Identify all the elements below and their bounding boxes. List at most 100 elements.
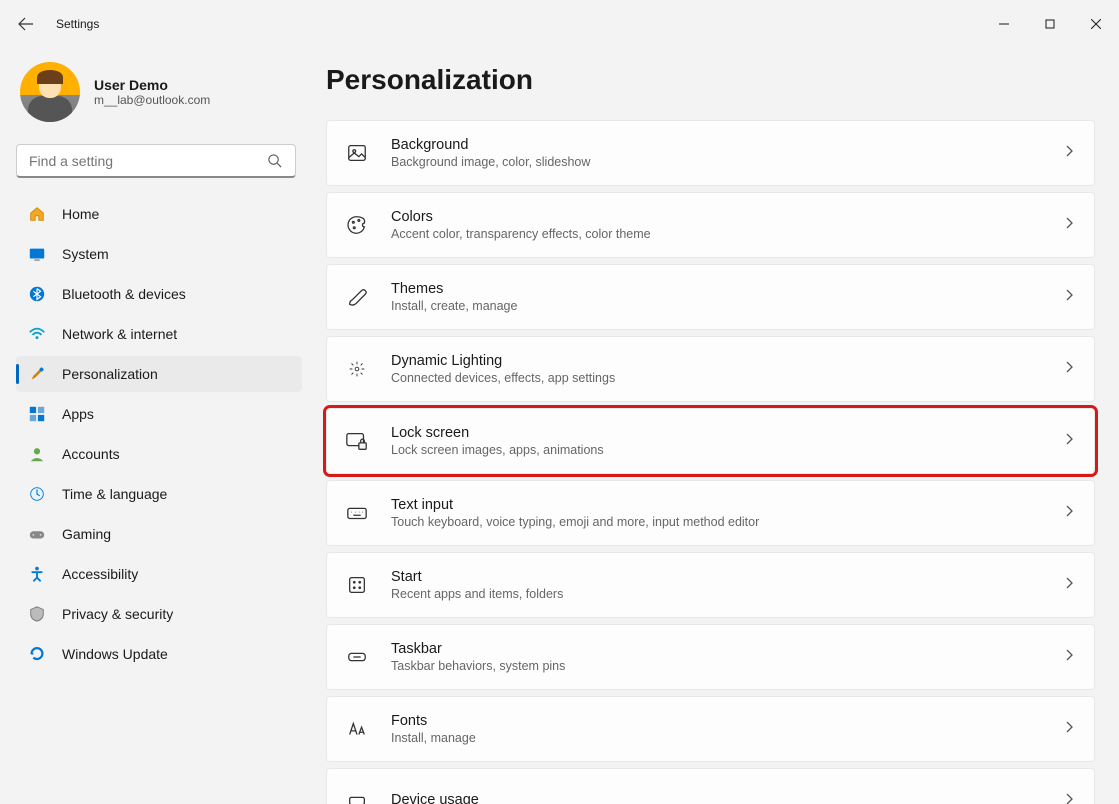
update-icon xyxy=(28,645,46,663)
sidebar-item-gaming[interactable]: Gaming xyxy=(16,516,302,552)
card-subtitle: Install, create, manage xyxy=(391,299,1062,313)
sidebar-item-label: Network & internet xyxy=(62,326,177,342)
keyboard-icon xyxy=(345,501,369,525)
card-start[interactable]: Start Recent apps and items, folders xyxy=(326,552,1095,618)
user-name: User Demo xyxy=(94,77,210,93)
sparkle-icon xyxy=(345,357,369,381)
minimize-button[interactable] xyxy=(981,8,1027,40)
sidebar-item-privacy[interactable]: Privacy & security xyxy=(16,596,302,632)
brush-icon xyxy=(345,285,369,309)
card-lock-screen[interactable]: Lock screen Lock screen images, apps, an… xyxy=(326,408,1095,474)
gamepad-icon xyxy=(28,525,46,543)
card-title: Text input xyxy=(391,497,1062,513)
chevron-right-icon xyxy=(1062,504,1076,523)
sidebar-item-label: Personalization xyxy=(62,366,158,382)
window-title: Settings xyxy=(56,17,99,31)
sidebar-item-label: Privacy & security xyxy=(62,606,173,622)
user-email: m__lab@outlook.com xyxy=(94,93,210,107)
card-title: Start xyxy=(391,569,1062,585)
card-title: Taskbar xyxy=(391,641,1062,657)
sidebar-item-apps[interactable]: Apps xyxy=(16,396,302,432)
titlebar: Settings xyxy=(0,0,1119,48)
card-colors[interactable]: Colors Accent color, transparency effect… xyxy=(326,192,1095,258)
maximize-button[interactable] xyxy=(1027,8,1073,40)
sidebar-item-system[interactable]: System xyxy=(16,236,302,272)
card-title: Device usage xyxy=(391,792,1062,804)
card-title: Colors xyxy=(391,209,1062,225)
chevron-right-icon xyxy=(1062,432,1076,451)
card-title: Fonts xyxy=(391,713,1062,729)
home-icon xyxy=(28,205,46,223)
sidebar-item-accessibility[interactable]: Accessibility xyxy=(16,556,302,592)
card-taskbar[interactable]: Taskbar Taskbar behaviors, system pins xyxy=(326,624,1095,690)
sidebar-item-label: Home xyxy=(62,206,99,222)
card-device-usage[interactable]: Device usage xyxy=(326,768,1095,804)
shield-icon xyxy=(28,605,46,623)
sidebar-item-bluetooth[interactable]: Bluetooth & devices xyxy=(16,276,302,312)
paintbrush-icon xyxy=(28,365,46,383)
avatar xyxy=(20,62,80,122)
card-subtitle: Connected devices, effects, app settings xyxy=(391,371,1062,385)
card-dynamic-lighting[interactable]: Dynamic Lighting Connected devices, effe… xyxy=(326,336,1095,402)
sidebar-item-label: Accessibility xyxy=(62,566,138,582)
apps-icon xyxy=(28,405,46,423)
card-title: Lock screen xyxy=(391,425,1062,441)
close-button[interactable] xyxy=(1073,8,1119,40)
sidebar-item-accounts[interactable]: Accounts xyxy=(16,436,302,472)
font-icon xyxy=(345,717,369,741)
clock-globe-icon xyxy=(28,485,46,503)
card-subtitle: Touch keyboard, voice typing, emoji and … xyxy=(391,515,1062,529)
palette-icon xyxy=(345,213,369,237)
sidebar-item-label: Time & language xyxy=(62,486,167,502)
chevron-right-icon xyxy=(1062,360,1076,379)
chevron-right-icon xyxy=(1062,288,1076,307)
wifi-icon xyxy=(28,325,46,343)
sidebar-item-label: Bluetooth & devices xyxy=(62,286,186,302)
user-block[interactable]: User Demo m__lab@outlook.com xyxy=(16,56,302,140)
chevron-right-icon xyxy=(1062,648,1076,667)
card-subtitle: Recent apps and items, folders xyxy=(391,587,1062,601)
card-subtitle: Install, manage xyxy=(391,731,1062,745)
chevron-right-icon xyxy=(1062,720,1076,739)
card-fonts[interactable]: Fonts Install, manage xyxy=(326,696,1095,762)
sidebar: User Demo m__lab@outlook.com Home Syst xyxy=(0,48,310,804)
card-themes[interactable]: Themes Install, create, manage xyxy=(326,264,1095,330)
card-subtitle: Accent color, transparency effects, colo… xyxy=(391,227,1062,241)
card-subtitle: Taskbar behaviors, system pins xyxy=(391,659,1062,673)
sidebar-item-label: Windows Update xyxy=(62,646,168,662)
card-title: Themes xyxy=(391,281,1062,297)
card-title: Dynamic Lighting xyxy=(391,353,1062,369)
card-text-input[interactable]: Text input Touch keyboard, voice typing,… xyxy=(326,480,1095,546)
sidebar-item-update[interactable]: Windows Update xyxy=(16,636,302,672)
sidebar-item-network[interactable]: Network & internet xyxy=(16,316,302,352)
card-subtitle: Background image, color, slideshow xyxy=(391,155,1062,169)
chevron-right-icon xyxy=(1062,792,1076,804)
back-button[interactable] xyxy=(16,14,36,34)
device-icon xyxy=(345,789,369,804)
main-panel: Personalization Background Background im… xyxy=(310,48,1119,804)
search-input[interactable] xyxy=(16,144,296,178)
start-icon xyxy=(345,573,369,597)
card-background[interactable]: Background Background image, color, slid… xyxy=(326,120,1095,186)
taskbar-icon xyxy=(345,645,369,669)
search-icon xyxy=(267,153,282,173)
person-icon xyxy=(28,445,46,463)
bluetooth-icon xyxy=(28,285,46,303)
chevron-right-icon xyxy=(1062,576,1076,595)
sidebar-item-time[interactable]: Time & language xyxy=(16,476,302,512)
page-title: Personalization xyxy=(326,64,1095,96)
sidebar-item-label: Apps xyxy=(62,406,94,422)
sidebar-item-label: Accounts xyxy=(62,446,120,462)
window-controls xyxy=(981,8,1119,40)
lock-screen-icon xyxy=(345,429,369,453)
chevron-right-icon xyxy=(1062,144,1076,163)
accessibility-icon xyxy=(28,565,46,583)
image-icon xyxy=(345,141,369,165)
card-title: Background xyxy=(391,137,1062,153)
sidebar-item-label: Gaming xyxy=(62,526,111,542)
sidebar-item-home[interactable]: Home xyxy=(16,196,302,232)
sidebar-item-label: System xyxy=(62,246,109,262)
card-subtitle: Lock screen images, apps, animations xyxy=(391,443,1062,457)
sidebar-item-personalization[interactable]: Personalization xyxy=(16,356,302,392)
system-icon xyxy=(28,245,46,263)
